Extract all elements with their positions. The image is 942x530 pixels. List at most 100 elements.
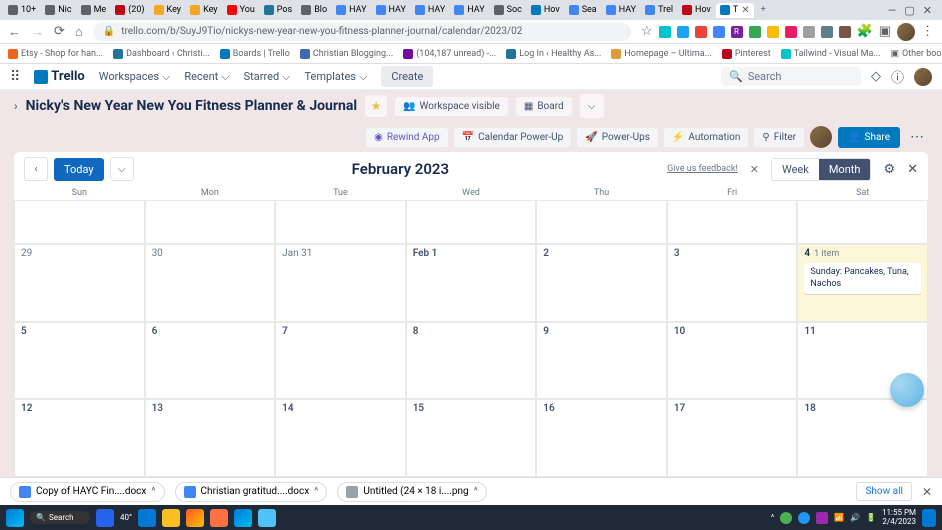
week-view-button[interactable]: Week [772,159,819,180]
ext-icon[interactable] [785,26,797,38]
notifications-icon[interactable] [922,509,936,527]
ext-icon[interactable] [677,26,689,38]
browser-tab[interactable]: Key [150,3,186,17]
tray-chevron-icon[interactable]: ^ [771,513,774,522]
close-feedback-button[interactable]: ✕ [750,163,759,176]
header-menu-workspaces[interactable]: Workspaces⌵ [99,70,171,84]
calendar-cell[interactable]: Jan 31 [275,244,406,322]
calendar-cell[interactable]: Feb 1 [406,244,537,322]
calendar-cell[interactable] [145,200,276,244]
volume-icon[interactable]: 🔊 [850,513,860,522]
ext-icon[interactable] [749,26,761,38]
help-icon[interactable]: ⓘ [891,67,904,86]
browser-tab[interactable]: Hov [527,3,564,17]
browser-tab[interactable]: Blo [297,3,331,17]
browser-tab[interactable]: Me [77,3,111,17]
ext-icon[interactable] [803,26,815,38]
calendar-cell[interactable]: 6 [145,322,276,400]
create-button[interactable]: Create [381,66,433,87]
close-window-button[interactable]: ✕ [923,4,932,17]
prev-button[interactable]: ‹ [24,157,48,181]
calendar-cell[interactable]: 18 [797,399,928,477]
settings-icon[interactable]: ⚙ [883,162,895,177]
board-title[interactable]: Nicky's New Year New You Fitness Planner… [26,98,357,114]
browser-tab[interactable]: HAY [602,3,640,17]
view-dropdown-button[interactable]: ⌵ [580,94,604,118]
workspace-visible-button[interactable]: 👥 Workspace visible [395,97,508,116]
bookmark-item[interactable]: Etsy - Shop for han... [8,49,103,59]
trello-logo[interactable]: Trello [34,69,85,84]
start-button[interactable] [6,509,24,527]
ext-icon[interactable]: R [731,26,743,38]
calendar-cell[interactable] [667,200,798,244]
board-view-button[interactable]: ▦ Board [516,97,572,116]
calendar-cell[interactable] [536,200,667,244]
powerups-button[interactable]: 🚀 Power-Ups [577,128,658,147]
calendar-cell[interactable]: 16 [536,399,667,477]
download-item[interactable]: Copy of HAYC Fin....docx^ [10,482,165,502]
weather-widget[interactable] [96,509,114,527]
browser-tab[interactable]: Trel [641,3,677,17]
feedback-link[interactable]: Give us feedback! [667,164,738,174]
explorer-icon[interactable] [162,509,180,527]
calendar-cell[interactable]: 5 [14,322,145,400]
rewind-button[interactable]: ◉ Rewind App [366,128,448,147]
reload-button[interactable]: ⟳ [54,24,65,39]
star-board-button[interactable]: ★ [365,95,387,117]
bookmark-item[interactable]: Tailwind - Visual Ma... [781,49,881,59]
header-menu-templates[interactable]: Templates⌵ [305,70,368,84]
calendar-cell[interactable]: 3 [667,244,798,322]
user-avatar[interactable] [914,68,932,86]
browser-tab[interactable]: Pos [260,3,296,17]
new-tab-button[interactable]: + [755,5,772,15]
member-avatar[interactable] [810,126,832,148]
back-button[interactable]: ← [8,24,21,40]
close-calendar-button[interactable]: ✕ [907,162,918,177]
chevron-up-icon[interactable]: ^ [151,486,155,497]
close-tab-icon[interactable]: ✕ [741,5,749,16]
tray-icon[interactable] [798,512,810,524]
download-item[interactable]: Christian gratitud....docx^ [175,482,328,502]
forward-button[interactable]: → [31,24,44,40]
ext-icon[interactable] [659,26,671,38]
calendar-cell[interactable]: 41 itemSunday: Pancakes, Tuna, Nachos [797,244,928,322]
bookmark-item[interactable]: Christian Blogging... [300,49,393,59]
browser-tab[interactable]: T✕ [716,3,754,18]
ext-icon[interactable] [767,26,779,38]
tray-icon[interactable] [816,512,828,524]
bookmark-item[interactable]: Pinterest [722,49,771,59]
app-icon[interactable] [186,509,204,527]
month-view-button[interactable]: Month [819,159,871,180]
bookmark-item[interactable]: Dashboard ‹ Christi... [113,49,210,59]
chevron-up-icon[interactable]: ^ [474,486,478,497]
bookmark-item[interactable]: Homepage – Ultima... [611,49,711,59]
bookmark-folder-icon[interactable]: ▣ [879,24,891,39]
calendar-powerup-button[interactable]: 📅 Calendar Power-Up [454,128,572,147]
task-view-icon[interactable] [138,509,156,527]
chevron-up-icon[interactable]: ^ [314,486,318,497]
browser-tab[interactable]: (20) [111,3,148,17]
calendar-cell[interactable]: 13 [145,399,276,477]
clock[interactable]: 11:55 PM 2/4/2023 [882,509,916,527]
calendar-cell[interactable] [275,200,406,244]
edge-icon[interactable] [234,509,252,527]
home-button[interactable]: ⌂ [75,24,83,40]
bookmark-item[interactable]: Boards | Trello [220,49,290,59]
minimize-button[interactable]: — [888,4,897,17]
browser-tab[interactable]: Hov [678,3,715,17]
calendar-cell[interactable] [14,200,145,244]
extensions-menu-icon[interactable]: 🧩 [857,24,873,39]
taskbar-search[interactable]: 🔍 Search [30,511,90,524]
browser-tab[interactable]: Nic [41,3,75,17]
firefox-icon[interactable] [210,509,228,527]
apps-grid-icon[interactable]: ⠿ [10,69,20,85]
ext-icon[interactable] [695,26,707,38]
ext-icon[interactable] [839,26,851,38]
filter-button[interactable]: ⚲ Filter [754,128,804,147]
browser-menu-icon[interactable]: ⋮ [921,24,934,39]
calendar-cell[interactable]: 10 [667,322,798,400]
ext-icon[interactable] [821,26,833,38]
calendar-card[interactable]: Sunday: Pancakes, Tuna, Nachos [804,263,921,294]
notifications-icon[interactable]: ◇ [871,69,881,84]
ext-icon[interactable] [713,26,725,38]
